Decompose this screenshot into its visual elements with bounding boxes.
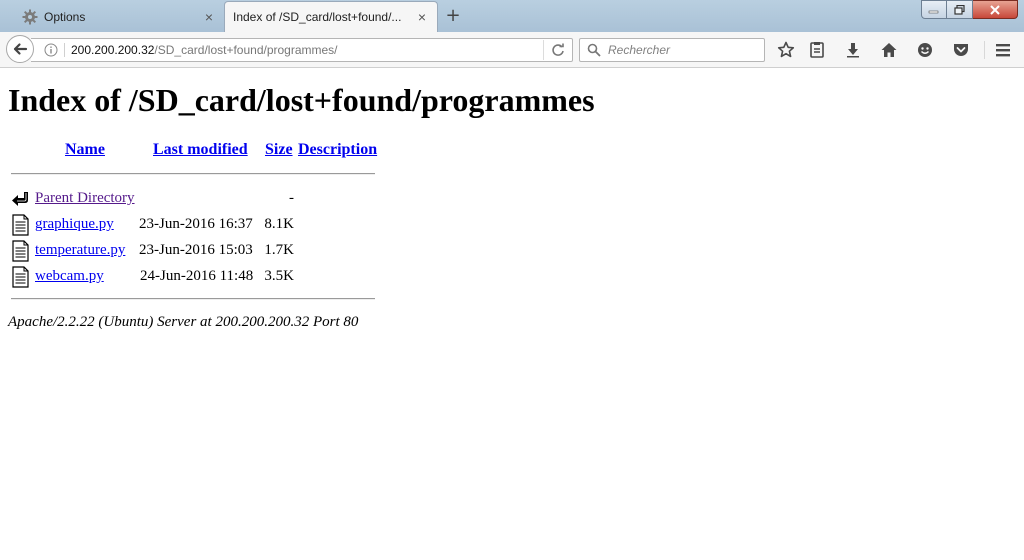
search-bar[interactable] <box>579 38 765 62</box>
divider <box>11 298 375 300</box>
file-link[interactable]: webcam.py <box>35 268 104 285</box>
url-host: 200.200.200.32 <box>71 43 155 57</box>
file-link[interactable]: temperature.py <box>35 242 125 259</box>
search-icon <box>586 42 602 58</box>
column-header-last-modified[interactable]: Last modified <box>153 141 248 159</box>
restore-button[interactable] <box>947 0 973 19</box>
file-size: - <box>289 190 294 206</box>
file-size: 1.7K <box>264 242 294 258</box>
home-icon <box>881 43 897 57</box>
file-size: 3.5K <box>264 268 294 284</box>
download-icon <box>847 43 859 58</box>
downloads-button[interactable] <box>841 38 865 62</box>
info-icon[interactable] <box>43 42 59 58</box>
file-icon <box>11 266 31 288</box>
file-size: 8.1K <box>264 216 294 232</box>
back-button[interactable] <box>6 35 34 63</box>
bookmark-star-button[interactable] <box>774 38 798 62</box>
parent-directory-icon <box>11 188 31 210</box>
pocket-icon <box>954 44 968 56</box>
tab-label: Options <box>44 10 86 24</box>
tab-index-page[interactable]: Index of /SD_card/lost+found/... × <box>224 1 438 32</box>
url-text[interactable]: 200.200.200.32/SD_card/lost+found/progra… <box>71 43 543 57</box>
file-icon <box>11 214 31 236</box>
new-tab-button[interactable]: + <box>444 5 462 26</box>
reading-list-button[interactable] <box>805 38 829 62</box>
home-button[interactable] <box>877 38 901 62</box>
menu-icon <box>996 44 1010 57</box>
parent-directory-link[interactable]: Parent Directory <box>35 190 135 207</box>
star-icon <box>777 41 795 58</box>
table-row: temperature.py 23-Jun-2016 15:03 1.7K <box>8 238 378 262</box>
navigation-toolbar: 200.200.200.32/SD_card/lost+found/progra… <box>0 32 1024 68</box>
minimize-button[interactable] <box>921 0 947 19</box>
divider <box>64 43 65 57</box>
hello-button[interactable] <box>913 38 937 62</box>
page-content: Index of /SD_card/lost+found/programmes … <box>0 69 1024 560</box>
last-modified: 23-Jun-2016 15:03 <box>139 242 253 258</box>
reload-icon[interactable] <box>544 39 572 61</box>
close-tab-icon[interactable]: × <box>415 10 429 24</box>
column-header-name[interactable]: Name <box>65 141 105 159</box>
window-controls <box>921 0 1018 19</box>
last-modified: 23-Jun-2016 16:37 <box>139 216 253 232</box>
reading-list-icon <box>810 42 824 58</box>
pocket-button[interactable] <box>949 38 973 62</box>
back-arrow-icon <box>13 43 28 55</box>
gear-icon <box>22 9 38 25</box>
column-header-size[interactable]: Size <box>265 141 293 159</box>
server-signature: Apache/2.2.22 (Ubuntu) Server at 200.200… <box>8 314 359 330</box>
close-tab-icon[interactable]: × <box>202 10 216 24</box>
column-header-description[interactable]: Description <box>298 141 377 159</box>
table-row: webcam.py 24-Jun-2016 11:48 3.5K <box>8 264 378 288</box>
file-link[interactable]: graphique.py <box>35 216 114 233</box>
table-row: graphique.py 23-Jun-2016 16:37 8.1K <box>8 212 378 236</box>
page-title: Index of /SD_card/lost+found/programmes <box>8 82 595 118</box>
close-window-button[interactable] <box>973 0 1018 19</box>
tab-label: Index of /SD_card/lost+found/... <box>233 10 402 24</box>
search-input[interactable] <box>608 43 758 57</box>
smiley-icon <box>918 43 932 57</box>
table-row: Parent Directory - <box>8 186 378 210</box>
file-icon <box>11 240 31 262</box>
restore-icon <box>953 4 965 15</box>
menu-button[interactable] <box>991 38 1015 62</box>
tab-options[interactable]: Options × <box>8 2 224 32</box>
close-icon <box>990 4 1000 15</box>
title-bar: Options × Index of /SD_card/lost+found/.… <box>0 0 1024 32</box>
url-path: /SD_card/lost+found/programmes/ <box>154 43 338 57</box>
divider <box>11 173 375 175</box>
minimize-icon <box>928 10 939 13</box>
address-bar[interactable]: 200.200.200.32/SD_card/lost+found/progra… <box>31 38 573 62</box>
divider <box>984 41 985 59</box>
last-modified: 24-Jun-2016 11:48 <box>140 268 254 284</box>
